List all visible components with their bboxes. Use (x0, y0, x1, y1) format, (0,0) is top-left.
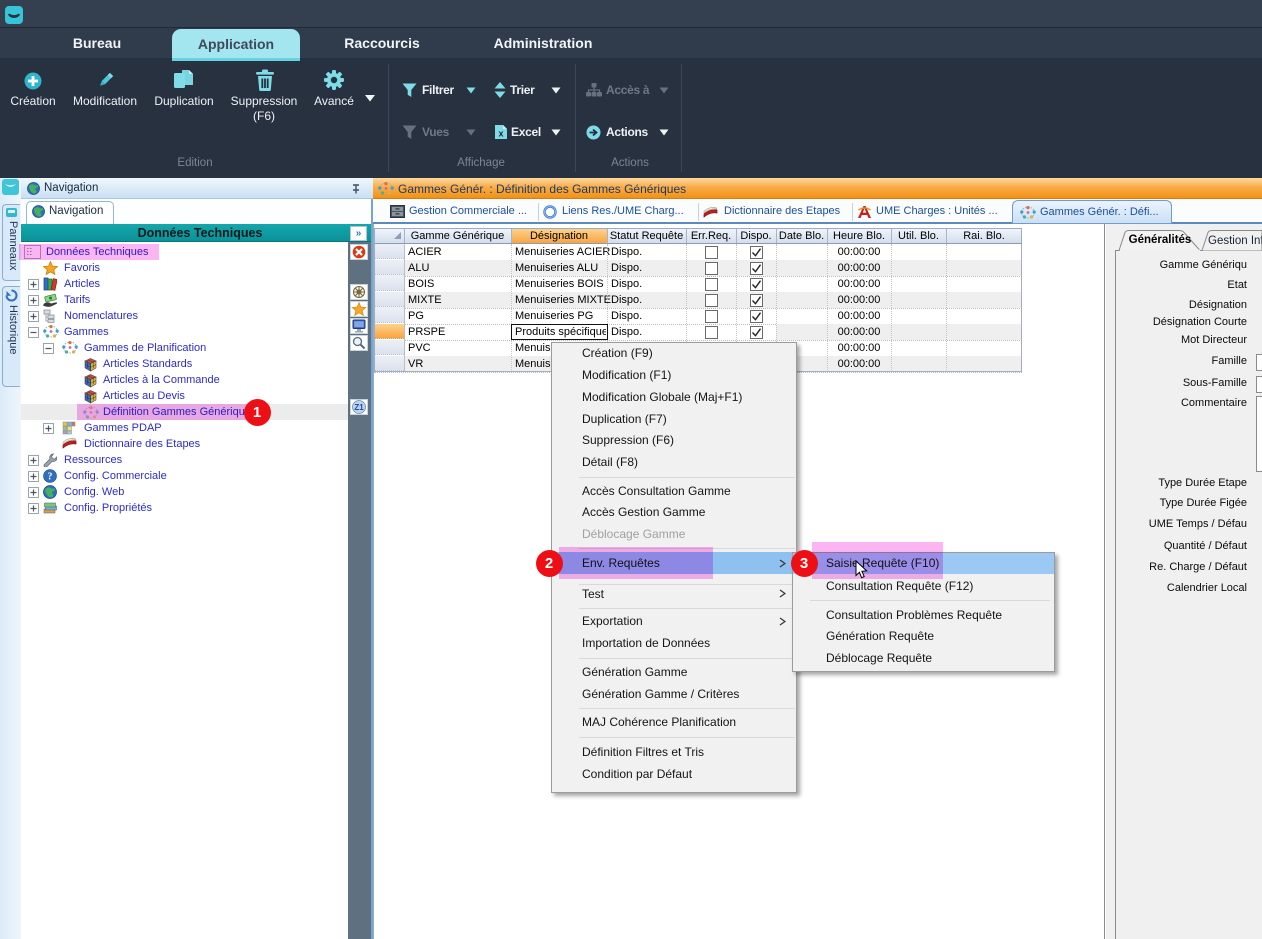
svg-text:x: x (498, 129, 503, 139)
svg-text:Z1: Z1 (354, 403, 364, 412)
svg-text:?: ? (48, 472, 53, 483)
